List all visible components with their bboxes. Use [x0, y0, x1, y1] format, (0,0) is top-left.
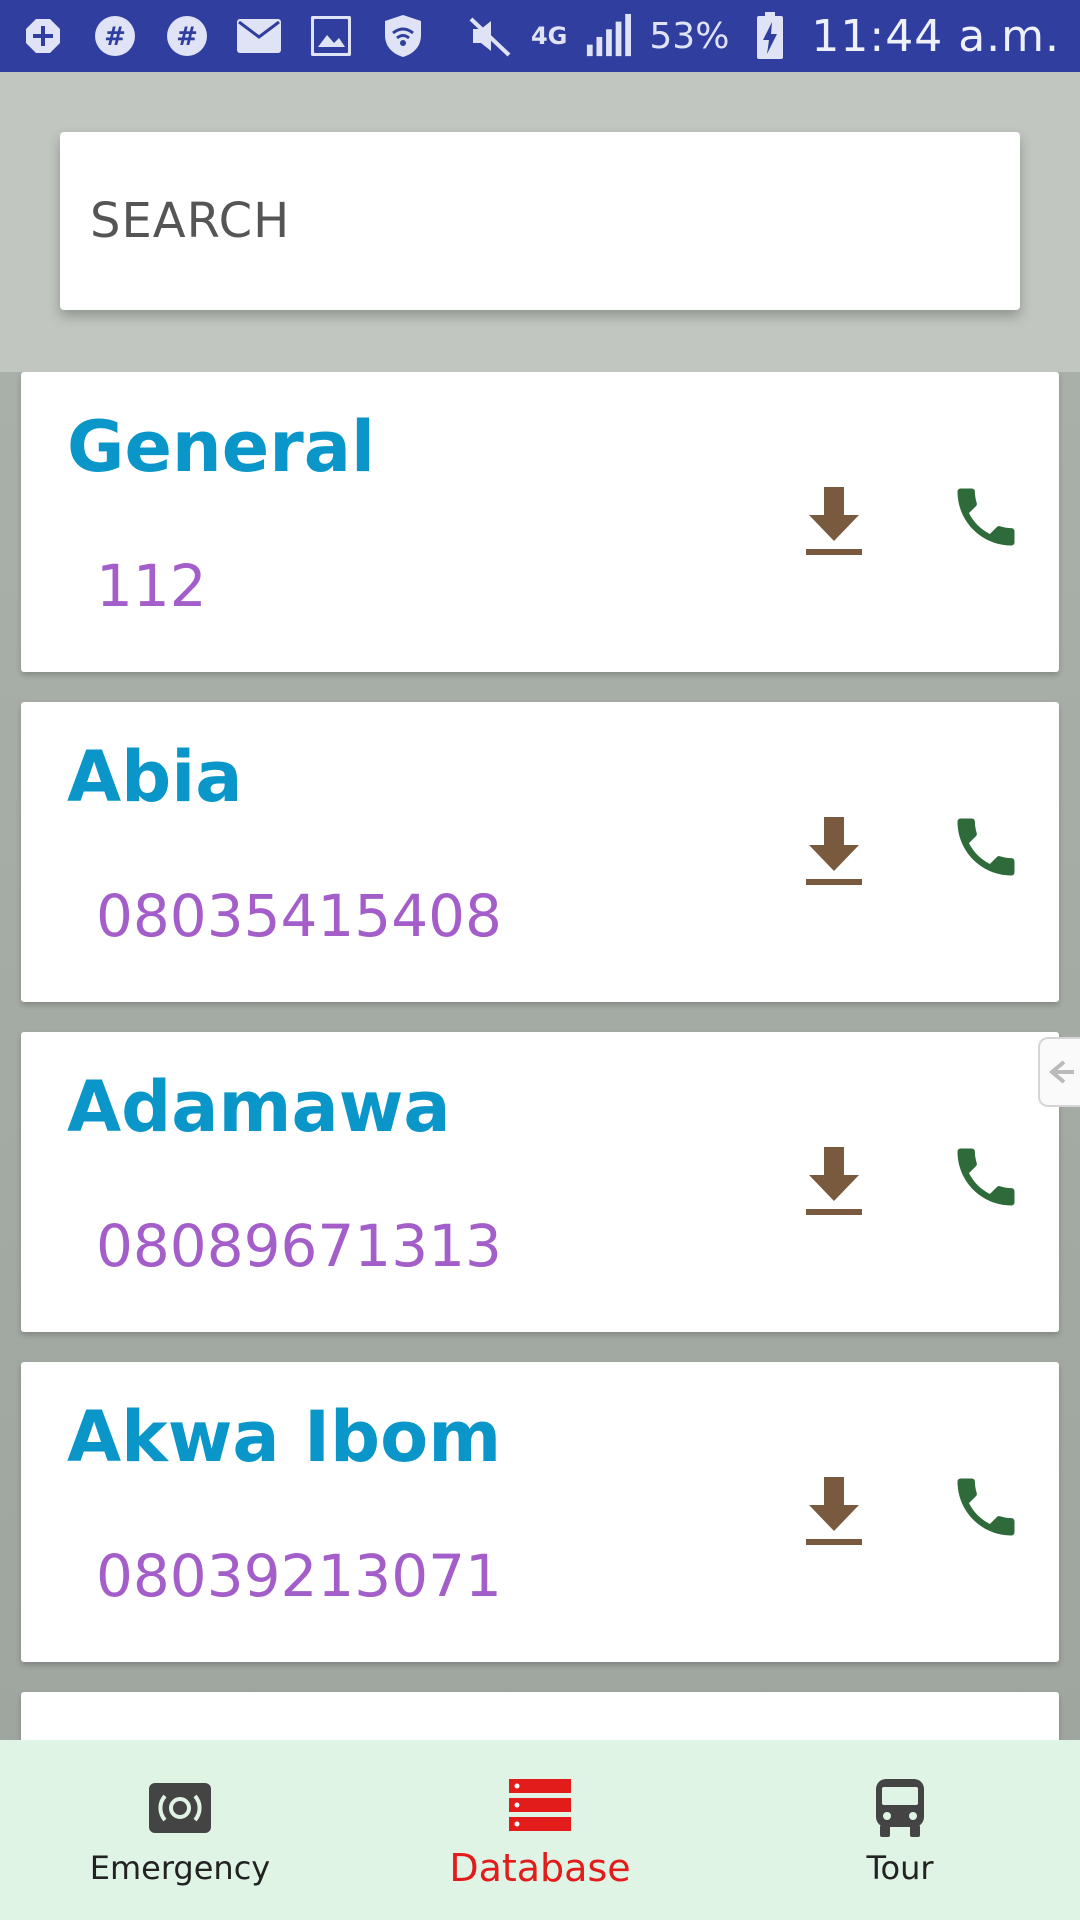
status-bar: # # 4G 53% 11:44 a.m.: [0, 0, 1080, 72]
contact-name: General: [67, 406, 375, 488]
nav-database-label: Database: [449, 1846, 631, 1890]
contact-card[interactable]: General 112: [21, 372, 1059, 672]
contact-card[interactable]: Abia 08035415408: [21, 702, 1059, 1002]
call-button[interactable]: [941, 472, 1031, 562]
search-area: [0, 72, 1080, 372]
phone-icon: [957, 818, 1015, 876]
download-icon: [806, 487, 862, 555]
network-type-indicator: 4G: [530, 22, 568, 50]
battery-percentage: 53%: [649, 15, 730, 57]
nav-database[interactable]: Database: [360, 1740, 720, 1920]
battery-charging-icon: [747, 12, 793, 59]
call-button[interactable]: [941, 802, 1031, 892]
contact-list[interactable]: General 112 Abia 08035415408 Adamawa 080…: [0, 372, 1080, 1740]
search-input[interactable]: [90, 193, 1020, 249]
database-icon: [505, 1770, 575, 1840]
download-icon: [806, 817, 862, 885]
nav-tour[interactable]: Tour: [720, 1740, 1080, 1920]
nav-emergency-label: Emergency: [89, 1849, 271, 1887]
search-box[interactable]: [60, 132, 1020, 310]
contact-name: Adamawa: [67, 1066, 451, 1148]
hashtag-notification-icon: #: [92, 13, 138, 59]
contact-card[interactable]: Adamawa 08089671313: [21, 1032, 1059, 1332]
contact-phone: 08039213071: [96, 1542, 502, 1610]
contact-phone: 112: [96, 552, 207, 620]
phone-icon: [957, 1478, 1015, 1536]
contact-name: Akwa Ibom: [67, 1396, 502, 1478]
mail-icon: [236, 13, 282, 59]
contact-phone: 08089671313: [96, 1212, 502, 1280]
signal-icon: [585, 13, 632, 59]
clock: 11:44 a.m.: [811, 10, 1060, 62]
call-button[interactable]: [941, 1132, 1031, 1222]
call-button[interactable]: [941, 1462, 1031, 1552]
download-icon: [806, 1147, 862, 1215]
bottom-navigation: Emergency Database Tour: [0, 1740, 1080, 1920]
contact-name: Abia: [67, 736, 243, 818]
contact-phone: 08035415408: [96, 882, 502, 950]
save-contact-button[interactable]: [799, 1472, 869, 1552]
bus-icon: [865, 1773, 935, 1843]
svg-text:#: #: [176, 22, 198, 52]
save-contact-button[interactable]: [799, 1142, 869, 1222]
drawer-handle[interactable]: [1038, 1037, 1080, 1107]
nav-emergency[interactable]: Emergency: [0, 1740, 360, 1920]
add-notification-icon: [20, 13, 66, 59]
image-icon: [308, 13, 354, 59]
download-icon: [806, 1477, 862, 1545]
svg-text:#: #: [104, 22, 126, 52]
nav-tour-label: Tour: [866, 1849, 934, 1887]
contact-card[interactable]: Akwa Ibom 08039213071: [21, 1362, 1059, 1662]
mute-icon: [467, 13, 513, 59]
hashtag-notification-icon: #: [164, 13, 210, 59]
wifi-shield-icon: [380, 13, 426, 59]
phone-icon: [957, 488, 1015, 546]
arrow-left-icon: [1048, 1060, 1074, 1084]
contact-card[interactable]: [21, 1692, 1059, 1740]
emergency-icon: [145, 1773, 215, 1843]
phone-icon: [957, 1148, 1015, 1206]
save-contact-button[interactable]: [799, 812, 869, 892]
save-contact-button[interactable]: [799, 482, 869, 562]
